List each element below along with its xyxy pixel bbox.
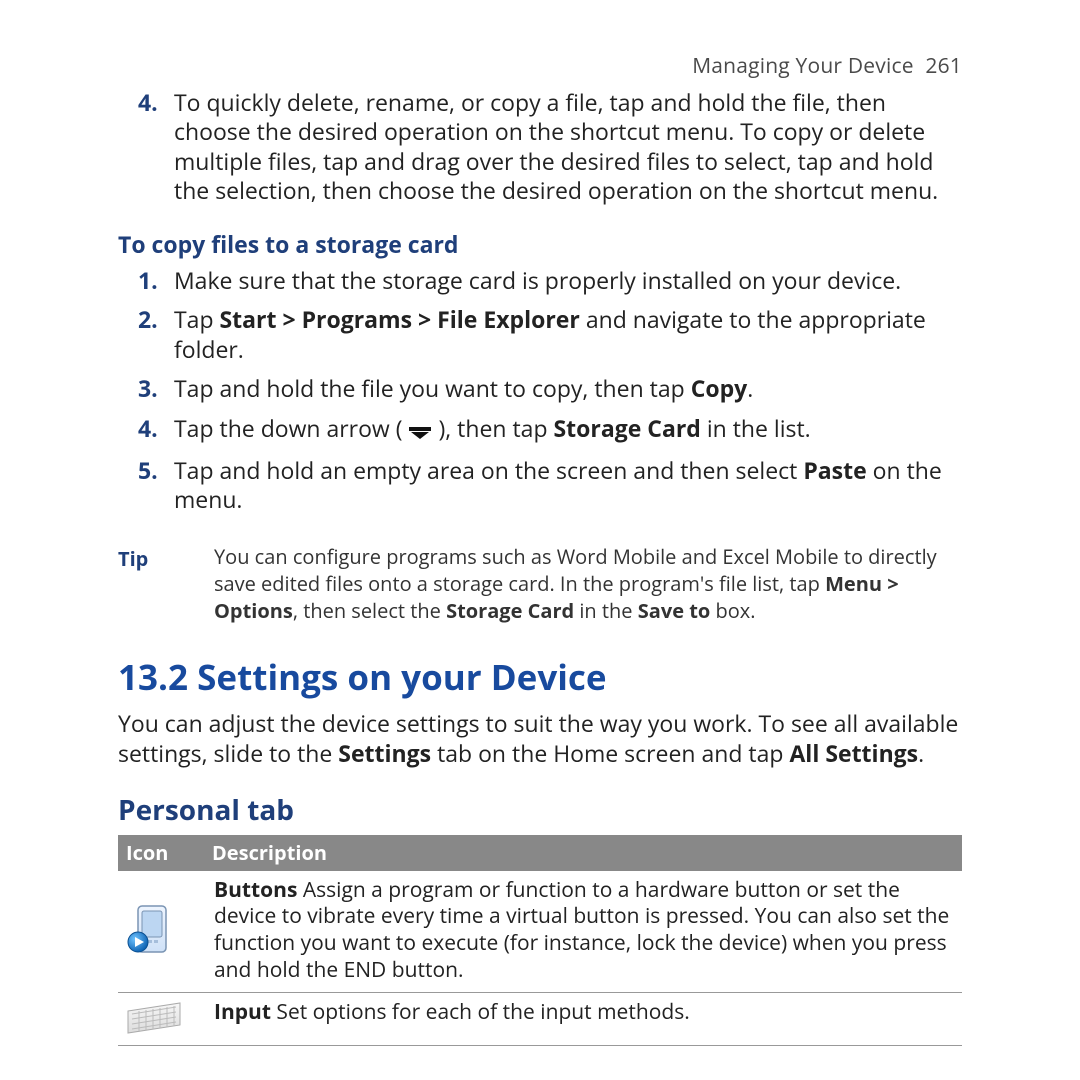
input-icon [124,999,210,1037]
section-intro-post: . [918,737,924,769]
running-header-title: Managing Your Device [692,52,914,80]
table-row: Input Set options for each of the input … [118,993,962,1046]
copy-step-4-bold: Storage Card [554,412,701,444]
tip-body: You can configure programs such as Word … [214,543,962,624]
input-description: Input Set options for each of the input … [210,999,956,1037]
running-header: Managing Your Device 261 [118,52,962,80]
copy-step-4-mid: ), then tap [438,412,553,444]
table-header-icon: Icon [126,839,212,866]
table-row: Buttons Assign a program or function to … [118,871,962,994]
file-ops-step-4: To quickly delete, rename, or copy a fil… [118,88,962,214]
copy-step-2-bold: Start > Programs > File Explorer [220,303,580,335]
copy-step-2: Tap Start > Programs > File Explorer and… [118,305,962,374]
section-intro-bold2: All Settings [789,737,918,769]
copy-steps-list: Make sure that the storage card is prope… [118,266,962,525]
tip-mid-2: in the [574,597,638,624]
section-intro-mid: tab on the Home screen and tap [431,737,789,769]
copy-step-1-text: Make sure that the storage card is prope… [174,264,901,296]
copy-step-5: Tap and hold an empty area on the screen… [118,456,962,525]
input-name: Input [214,998,271,1026]
copy-step-2-pre: Tap [174,303,220,335]
file-ops-step-4-text: To quickly delete, rename, or copy a fil… [174,86,938,206]
tip-post: box. [710,597,755,624]
copy-step-3-post: . [747,372,753,404]
copy-step-4-post: in the list. [701,412,811,444]
section-intro-bold1: Settings [338,737,431,769]
down-arrow-icon [408,417,432,446]
section-heading: 13.2 Settings on your Device [118,654,962,701]
tip-block: Tip You can configure programs such as W… [118,543,962,624]
file-ops-continued-list: To quickly delete, rename, or copy a fil… [118,88,962,214]
copy-step-4: Tap the down arrow ( ), then tap Storage… [118,414,962,456]
tip-mid-1: , then select the [293,597,446,624]
table-header: Icon Description [118,835,962,871]
personal-tab-heading: Personal tab [118,791,962,829]
tip-bold-3: Save to [638,597,711,624]
section-intro: You can adjust the device settings to su… [118,709,962,769]
copy-step-4-pre: Tap the down arrow ( [174,412,403,444]
tip-bold-2: Storage Card [446,597,574,624]
copy-step-1: Make sure that the storage card is prope… [118,266,962,305]
tip-label: Tip [118,543,214,572]
table-header-description: Description [212,839,954,866]
buttons-description: Buttons Assign a program or function to … [210,877,956,985]
document-page: Managing Your Device 261 To quickly dele… [0,0,1080,1080]
copy-step-3-pre: Tap and hold the file you want to copy, … [174,372,691,404]
page-number: 261 [925,52,962,80]
copy-to-card-heading: To copy files to a storage card [118,228,962,260]
buttons-name: Buttons [214,876,297,904]
buttons-icon [124,877,210,985]
input-text: Set options for each of the input method… [271,998,690,1026]
buttons-text: Assign a program or function to a hardwa… [214,876,949,985]
copy-step-3-bold: Copy [691,372,748,404]
copy-step-5-pre: Tap and hold an empty area on the screen… [174,454,803,486]
copy-step-5-bold: Paste [803,454,866,486]
copy-step-3: Tap and hold the file you want to copy, … [118,374,962,413]
